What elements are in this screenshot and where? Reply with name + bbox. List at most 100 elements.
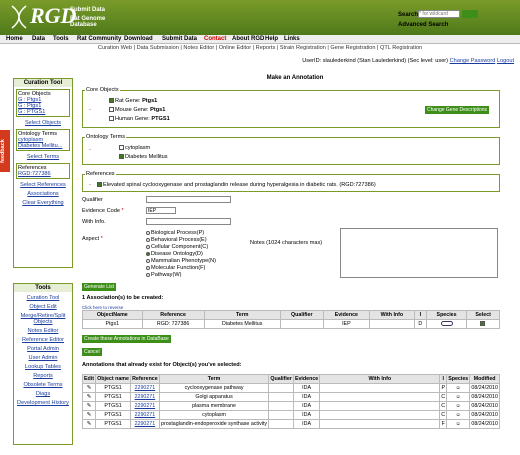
column-header: Reference: [141, 310, 205, 320]
reference-link[interactable]: 2290271: [135, 394, 156, 400]
cell: 08/24/2010: [469, 392, 500, 402]
rat-icon: [440, 320, 453, 326]
rat-gene-checkbox[interactable]: [109, 98, 114, 104]
tool-link[interactable]: Portal Admin: [27, 346, 59, 352]
edit-cell[interactable]: ✎: [81, 401, 97, 411]
reference-checkbox[interactable]: [97, 182, 102, 188]
aspect-option[interactable]: Mammalian Phenotype(N): [146, 258, 216, 265]
edit-cell[interactable]: ✎: [81, 410, 97, 420]
human-icon: ☺: [446, 419, 471, 429]
evidence-code-select[interactable]: IEP: [146, 207, 176, 214]
human-gene-row: Human Gene: PTGS1: [109, 116, 170, 122]
edit-cell[interactable]: ✎: [81, 392, 97, 402]
nav-data[interactable]: Data: [32, 36, 45, 42]
core-item[interactable]: G : PTGS1: [18, 109, 45, 115]
tool-link[interactable]: Diags: [36, 391, 50, 397]
cancel-button[interactable]: Cancel: [82, 348, 102, 356]
rat-gene-value: Ptgs1: [142, 98, 158, 104]
logout-link[interactable]: Logout: [497, 58, 514, 64]
reference-link[interactable]: 2290271: [135, 421, 156, 427]
nav-help[interactable]: Help: [265, 36, 278, 42]
ontology-terms-legend: Ontology Terms: [85, 134, 127, 140]
remove-marker[interactable]: -: [89, 107, 91, 113]
cell: [268, 383, 294, 393]
mouse-gene-checkbox[interactable]: [109, 107, 114, 113]
cell: [268, 419, 294, 429]
nav-about-rgd[interactable]: About RGD: [232, 36, 264, 42]
column-header: Select: [466, 310, 500, 320]
select-checkbox[interactable]: [480, 321, 486, 327]
with-info-input[interactable]: [146, 218, 231, 225]
nav-home[interactable]: Home: [6, 36, 23, 42]
column-header: I: [413, 310, 427, 320]
advanced-search-link[interactable]: Advanced Search: [398, 22, 448, 28]
qualifier-select[interactable]: [146, 196, 231, 203]
term-checkbox[interactable]: [119, 145, 124, 151]
change-password-link[interactable]: Change Password: [450, 58, 496, 64]
aspect-option[interactable]: Biological Process(P): [146, 230, 216, 237]
select-terms-link[interactable]: Select Terms: [27, 154, 59, 160]
sub-nav[interactable]: Curation Web | Data Submission | Notes E…: [0, 44, 520, 53]
cell: Golgi apparatus: [158, 392, 270, 402]
term-label: Diabetes Mellitus: [125, 154, 168, 160]
remove-marker[interactable]: -: [89, 147, 91, 153]
feedback-tab[interactable]: feedback: [0, 130, 10, 172]
create-annotations-button[interactable]: Create these Annotations in DataBase: [82, 335, 171, 343]
reference-link[interactable]: 2290271: [135, 403, 156, 409]
generate-list-button[interactable]: Generate List: [82, 283, 117, 291]
reference-link[interactable]: 2290271: [135, 385, 156, 391]
remove-marker[interactable]: -: [89, 182, 91, 188]
tool-link[interactable]: Reference Editor: [22, 337, 64, 343]
tool-link[interactable]: Notes Editor: [28, 328, 59, 334]
cell: [268, 401, 294, 411]
radio-icon: [146, 272, 150, 277]
radio-icon: [146, 237, 150, 242]
cell: C: [439, 401, 448, 411]
edit-cell[interactable]: ✎: [81, 383, 97, 393]
nav-download[interactable]: Download: [124, 36, 153, 42]
tool-link[interactable]: Reports: [33, 373, 53, 379]
tool-link[interactable]: Object Edit: [29, 304, 56, 310]
aspect-option[interactable]: Pathway(W): [146, 272, 216, 279]
aspect-option[interactable]: Molecular Function(F): [146, 265, 216, 272]
aspect-option[interactable]: Cellular Component(C): [146, 244, 216, 251]
tool-link[interactable]: Development History: [17, 400, 69, 406]
reference-item[interactable]: RGD:727386: [18, 171, 51, 177]
nav-submit-data[interactable]: Submit Data: [162, 36, 197, 42]
column-header: Term: [158, 374, 270, 384]
clear-everything-link[interactable]: Clear Everything: [22, 200, 63, 206]
tool-link[interactable]: Curation Tool: [27, 295, 60, 301]
aspect-option[interactable]: Behavioral Process(E): [146, 237, 216, 244]
tool-link[interactable]: Merge/Retire/Split Objects: [21, 313, 66, 325]
nav-rat-community[interactable]: Rat Community: [77, 36, 121, 42]
select-references-link[interactable]: Select References: [20, 182, 66, 188]
rat-gene-row: Rat Gene: Ptgs1: [109, 98, 157, 104]
tool-link[interactable]: Obsolete Terms: [23, 382, 62, 388]
human-gene-checkbox[interactable]: [109, 116, 114, 122]
page-title: Make an Annotation: [266, 75, 324, 81]
column-header: ObjectName: [82, 310, 143, 320]
notes-textarea[interactable]: [340, 228, 498, 278]
tool-link[interactable]: User Admin: [29, 355, 58, 361]
ontology-item[interactable]: Diabetes Mellitu...: [18, 143, 62, 149]
column-header: Term: [203, 310, 281, 320]
qualifier-label: Qualifier: [82, 197, 103, 203]
select-objects-link[interactable]: Select Objects: [25, 120, 61, 126]
nav-contact[interactable]: Contact: [204, 36, 226, 42]
reference-label: Elevated spinal cyclooxygenase and prost…: [103, 182, 376, 188]
cell: [319, 419, 441, 429]
change-gene-descriptions-button[interactable]: Change Gene Descriptions: [425, 106, 490, 114]
nav-links[interactable]: Links: [284, 36, 300, 42]
search-go-button[interactable]: [462, 10, 478, 18]
nav-tools[interactable]: Tools: [53, 36, 69, 42]
tool-link[interactable]: Lookup Tables: [25, 364, 61, 370]
search-input[interactable]: [418, 10, 460, 18]
select-cell: [466, 319, 500, 329]
edit-cell[interactable]: ✎: [81, 419, 97, 429]
reference-link[interactable]: 2290271: [135, 412, 156, 418]
term-checkbox[interactable]: [119, 154, 124, 160]
cell: PTGS1: [95, 401, 132, 411]
associations-link[interactable]: Associations: [27, 191, 58, 197]
rgd-logo[interactable]: RGD Submit Data Rat Genome Database: [8, 3, 128, 31]
aspect-option[interactable]: Disease Ontology(D): [146, 251, 216, 258]
